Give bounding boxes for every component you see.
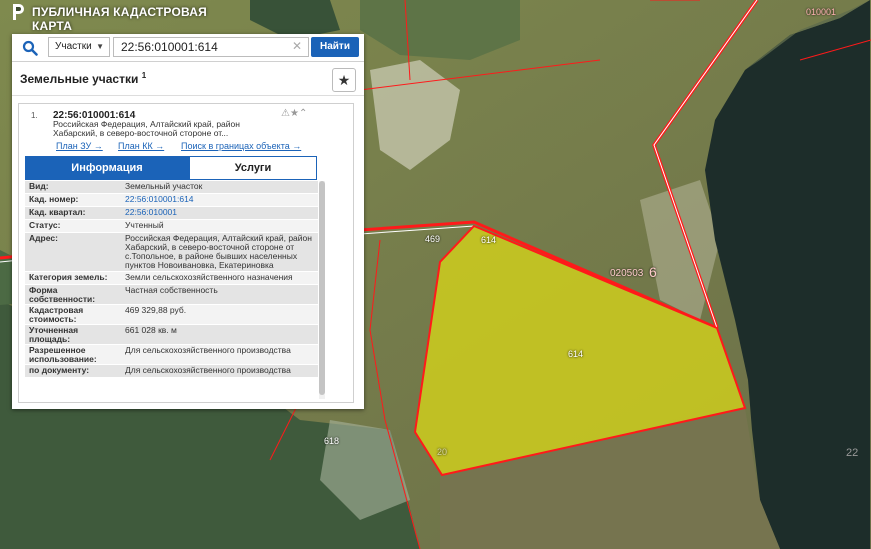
scrollbar[interactable]: [319, 181, 325, 399]
search-input[interactable]: 22:56:010001:614: [113, 37, 309, 57]
map-label-bottom: 20: [437, 447, 448, 457]
row-value: Земли сельскохозяйственного назначения: [125, 272, 293, 282]
table-row: Адрес: Российская Федерация, Алтайский кр…: [25, 233, 318, 272]
row-value: Для сельскохозяйственного производства: [125, 345, 291, 355]
search-type-value: Участки: [55, 41, 92, 52]
collapse-icon[interactable]: ⌃: [299, 108, 307, 119]
map-label-quarter-digit: 6: [649, 264, 657, 280]
row-label: Разрешенное использование:: [29, 345, 97, 364]
row-value-link[interactable]: 22:56:010001:614: [125, 194, 318, 206]
row-label: Кад. квартал:: [29, 207, 86, 217]
link-plan-kk[interactable]: План КК →: [118, 141, 164, 151]
table-row: Статус: Учтенный: [25, 220, 318, 233]
table-row: Категория земель: Земли сельскохозяйствен…: [25, 272, 318, 285]
section-count: 1: [141, 71, 147, 80]
search-bar: Участки ▼ 22:56:010001:614 ✕ Найти: [12, 34, 364, 62]
table-row: Форма собственности: Частная собственност…: [25, 285, 318, 305]
section-title: Земельные участки 1: [20, 71, 146, 86]
map-label-block: 010001: [806, 7, 837, 17]
row-label: Кад. номер:: [29, 194, 79, 204]
app-header: ПУБЛИЧНАЯ КАДАСТРОВАЯ КАРТА: [0, 0, 248, 33]
table-row: Кадастровая стоимость: 469 329,88 руб.: [25, 305, 318, 325]
row-label: Вид:: [29, 181, 49, 191]
close-icon[interactable]: ✕: [292, 40, 302, 52]
card-address: Российская Федерация, Алтайский край, ра…: [53, 119, 240, 138]
result-card[interactable]: 1. 22:56:010001:614 Российская Федерация…: [18, 103, 354, 403]
row-value: Частная собственность: [125, 285, 218, 295]
link-plan-zu[interactable]: План ЗУ →: [56, 141, 103, 151]
map-label-right: 22: [846, 447, 859, 459]
row-label: по документу:: [29, 365, 90, 375]
warning-icon[interactable]: ⚠: [281, 108, 290, 119]
caret-down-icon: ▼: [96, 42, 104, 51]
star-icon[interactable]: ★: [332, 68, 356, 92]
row-label: Адрес:: [29, 233, 58, 243]
table-row: Кад. номер: 22:56:010001:614: [25, 194, 318, 207]
row-value: Земельный участок: [125, 181, 203, 191]
search-icon[interactable]: [22, 40, 38, 56]
row-value-link[interactable]: 22:56:010001: [125, 207, 318, 219]
section-title-text: Земельные участки: [20, 72, 139, 86]
table-row: Кад. квартал: 22:56:010001: [25, 207, 318, 220]
find-button[interactable]: Найти: [311, 37, 359, 57]
card-actions: ⚠★⌃: [281, 108, 307, 119]
table-row: Уточненная площадь: 661 028 кв. м: [25, 325, 318, 345]
row-label: Уточненная площадь:: [29, 325, 79, 344]
pkk-logo-icon: [13, 4, 24, 20]
table-row: Разрешенное использование: Для сельскохоз…: [25, 345, 318, 365]
row-value: Для сельскохозяйственного производства: [125, 365, 291, 375]
row-label: Кадастровая стоимость:: [29, 305, 84, 324]
map-label-parcel-618: 618: [324, 436, 340, 446]
map-label-quarter: 020503: [610, 268, 644, 279]
row-value: 661 028 кв. м: [125, 325, 177, 335]
info-table: Вид: Земельный участок Кад. номер: 22:56:0…: [25, 181, 318, 378]
map-label-parcel-614: 614: [481, 235, 497, 245]
map-label-parcel-614-center: 614: [568, 349, 584, 359]
row-value: Российская Федерация, Алтайский край, ра…: [125, 233, 312, 270]
row-label: Статус:: [29, 220, 61, 230]
tab-info[interactable]: Информация: [25, 156, 189, 180]
search-type-select[interactable]: Участки ▼: [48, 37, 110, 57]
tab-services[interactable]: Услуги: [189, 156, 317, 180]
scroll-thumb[interactable]: [319, 181, 325, 395]
table-row: по документу: Для сельскохозяйственного п…: [25, 365, 318, 378]
card-index: 1.: [31, 111, 38, 120]
star-outline-icon[interactable]: ★: [290, 108, 299, 119]
row-label: Категория земель:: [29, 272, 108, 282]
info-panel: Участки ▼ 22:56:010001:614 ✕ Найти Земел…: [12, 34, 364, 409]
row-value: 469 329,88 руб.: [125, 305, 187, 315]
row-label: Форма собственности:: [29, 285, 96, 304]
link-search-boundaries[interactable]: Поиск в границах объекта →: [181, 141, 301, 151]
table-row: Вид: Земельный участок: [25, 181, 318, 194]
section-header: Земельные участки 1 ★: [12, 62, 364, 96]
app-title: ПУБЛИЧНАЯ КАДАСТРОВАЯ КАРТА: [32, 5, 207, 33]
map-label-parcel-469: 469: [425, 234, 441, 244]
row-value: Учтенный: [125, 220, 164, 230]
